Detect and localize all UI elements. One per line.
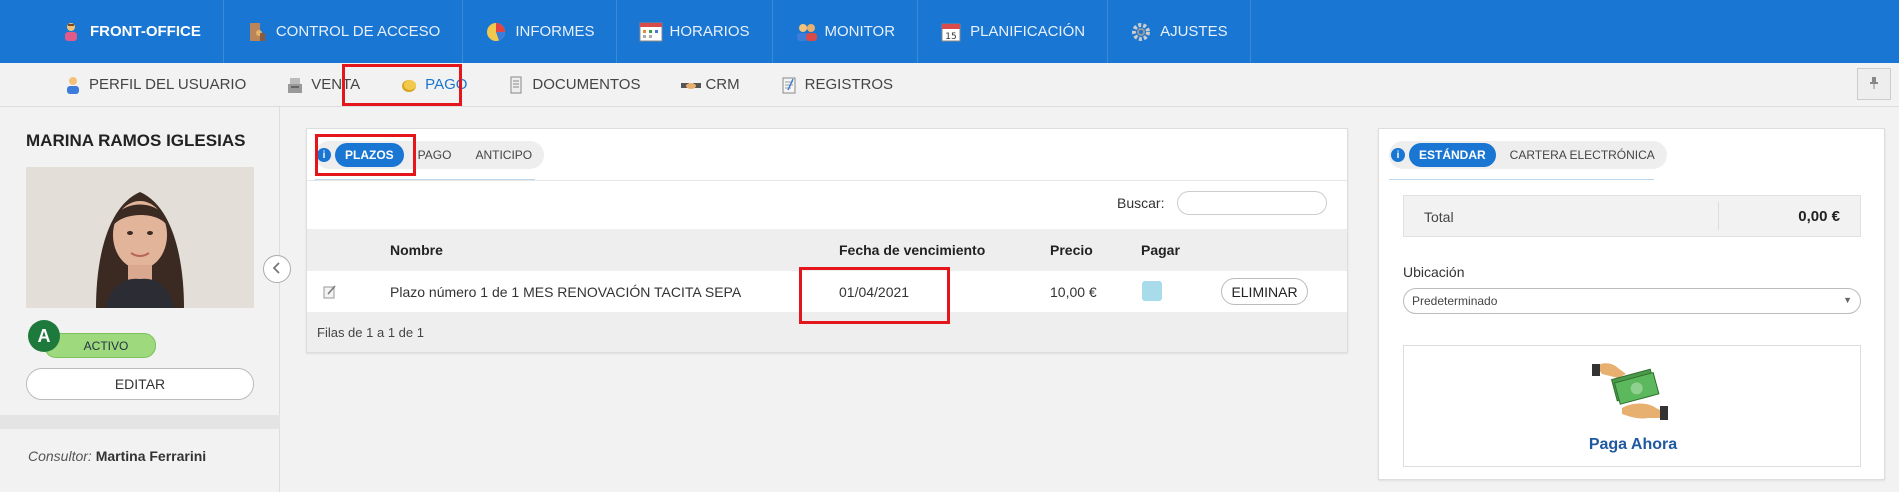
topnav-front-office[interactable]: FRONT-OFFICE: [38, 0, 224, 63]
status-badge: ACTIVO: [44, 333, 156, 358]
subnav-registros[interactable]: REGISTROS: [760, 63, 913, 106]
chevron-left-icon: [272, 261, 281, 277]
pay-now-button[interactable]: Paga Ahora: [1403, 345, 1861, 467]
topnav-label: AJUSTES: [1160, 23, 1228, 40]
info-icon[interactable]: i: [1391, 148, 1405, 162]
cash-register-icon: [286, 76, 304, 94]
sidebar-separator: [0, 415, 280, 429]
column-header-nombre[interactable]: Nombre: [390, 242, 443, 258]
ubicacion-value: Predeterminado: [1412, 294, 1498, 308]
subnav-label: PAGO: [425, 76, 468, 93]
calendar-day-text: 15: [945, 32, 956, 42]
total-box: Total 0,00 €: [1403, 195, 1861, 237]
edit-button[interactable]: EDITAR: [26, 368, 254, 400]
topnav-informes[interactable]: INFORMES: [463, 0, 618, 63]
user-name: MARINA RAMOS IGLESIAS: [26, 131, 246, 150]
panel-divider: [307, 180, 1347, 181]
total-value: 0,00 €: [1798, 208, 1840, 225]
subnav-label: PERFIL DEL USUARIO: [89, 76, 247, 93]
gear-icon: [1130, 21, 1152, 43]
consultor-info: Consultor: Martina Ferrarini: [28, 448, 206, 464]
cell-nombre: Plazo número 1 de 1 MES RENOVACIÓN TACIT…: [390, 284, 742, 300]
tab-estandar[interactable]: ESTÁNDAR: [1409, 143, 1496, 167]
rows-count: Filas de 1 a 1 de 1: [317, 325, 424, 340]
pay-now-label: Paga Ahora: [1588, 436, 1678, 453]
topnav-planificacion[interactable]: 15 PLANIFICACIÓN: [918, 0, 1109, 63]
tabs-underline: [1389, 179, 1654, 180]
subnav-label: VENTA: [311, 76, 361, 93]
cell-fecha: 01/04/2021: [839, 284, 910, 300]
search-label: Buscar:: [1117, 195, 1165, 211]
payment-tabs: i PLAZOS PAGO ANTICIPO: [315, 141, 545, 169]
collapse-sidebar-button[interactable]: [263, 255, 291, 283]
subnav-crm[interactable]: CRM: [660, 63, 759, 106]
document-icon: [507, 76, 525, 94]
column-header-pagar[interactable]: Pagar: [1141, 242, 1180, 258]
cash-hand-icon: [1592, 356, 1668, 428]
sub-nav: PERFIL DEL USUARIO VENTA PAGO DOCUMENTOS…: [0, 63, 1899, 107]
subnav-label: DOCUMENTOS: [532, 76, 641, 93]
total-separator: [1718, 202, 1719, 230]
topnav-ajustes[interactable]: AJUSTES: [1108, 0, 1251, 63]
cell-precio: 10,00 €: [1050, 284, 1097, 300]
payment-method-tabs: i ESTÁNDAR CARTERA ELECTRÓNICA: [1389, 141, 1667, 169]
table-row: Plazo número 1 de 1 MES RENOVACIÓN TACIT…: [307, 271, 1347, 312]
topnav-horarios[interactable]: HORARIOS: [617, 0, 773, 63]
info-icon[interactable]: i: [317, 148, 331, 162]
subnav-label: CRM: [705, 76, 740, 93]
table-footer: Filas de 1 a 1 de 1: [307, 312, 1347, 352]
tab-plazos[interactable]: PLAZOS: [335, 143, 404, 167]
total-label: Total: [1424, 209, 1454, 225]
subnav-venta[interactable]: VENTA: [266, 63, 380, 106]
calendar-grid-icon: [639, 21, 663, 43]
pie-chart-icon: [485, 21, 507, 43]
coin-icon: [400, 76, 418, 94]
topnav-label: CONTROL DE ACCESO: [275, 23, 441, 40]
installments-panel: i PLAZOS PAGO ANTICIPO Buscar: Nombre Fe…: [306, 128, 1348, 353]
access-control-icon: [246, 21, 268, 43]
front-office-person-icon: [60, 21, 82, 43]
status-letter-badge: A: [28, 320, 60, 352]
ubicacion-label: Ubicación: [1403, 264, 1465, 280]
topnav-control-de-acceso[interactable]: CONTROL DE ACCESO: [224, 0, 464, 63]
topnav-label: INFORMES: [515, 23, 595, 40]
notepad-icon: [780, 76, 798, 94]
topnav-label: HORARIOS: [669, 23, 750, 40]
subnav-pago[interactable]: PAGO: [380, 63, 487, 106]
tab-pago[interactable]: PAGO: [408, 143, 462, 167]
table-header: Nombre Fecha de vencimiento Precio Pagar: [307, 229, 1347, 271]
top-nav: FRONT-OFFICE CONTROL DE ACCESO INFORMES …: [0, 0, 1899, 63]
calendar-icon: 15: [940, 21, 962, 43]
handshake-icon: [680, 76, 702, 94]
subnav-documentos[interactable]: DOCUMENTOS: [487, 63, 660, 106]
ubicacion-select[interactable]: Predeterminado ▼: [1403, 288, 1861, 314]
topnav-label: MONITOR: [824, 23, 896, 40]
edit-note-icon[interactable]: [323, 285, 337, 299]
pin-icon: [1869, 76, 1879, 92]
topnav-label: PLANIFICACIÓN: [970, 23, 1086, 40]
payment-method-panel: i ESTÁNDAR CARTERA ELECTRÓNICA Total 0,0…: [1378, 128, 1885, 480]
user-sidebar: MARINA RAMOS IGLESIAS A ACTIVO EDITAR Co…: [0, 107, 280, 492]
caret-down-icon: ▼: [1843, 295, 1852, 305]
user-icon: [64, 76, 82, 94]
subnav-label: REGISTROS: [804, 76, 893, 93]
user-photo: [26, 167, 254, 308]
pay-checkbox[interactable]: [1142, 281, 1162, 301]
pin-button[interactable]: [1857, 68, 1891, 100]
topnav-label: FRONT-OFFICE: [90, 23, 201, 40]
topnav-monitor[interactable]: MONITOR: [773, 0, 919, 63]
search-input[interactable]: [1177, 191, 1327, 215]
consultor-label: Consultor:: [28, 448, 92, 464]
column-header-fecha[interactable]: Fecha de vencimiento: [839, 242, 985, 258]
subnav-perfil-del-usuario[interactable]: PERFIL DEL USUARIO: [44, 63, 266, 106]
consultor-name: Martina Ferrarini: [95, 448, 207, 464]
column-header-precio[interactable]: Precio: [1050, 242, 1093, 258]
people-icon: [795, 21, 817, 43]
delete-button[interactable]: ELIMINAR: [1221, 278, 1308, 305]
tab-anticipo[interactable]: ANTICIPO: [465, 143, 542, 167]
tab-cartera-electronica[interactable]: CARTERA ELECTRÓNICA: [1500, 143, 1665, 167]
